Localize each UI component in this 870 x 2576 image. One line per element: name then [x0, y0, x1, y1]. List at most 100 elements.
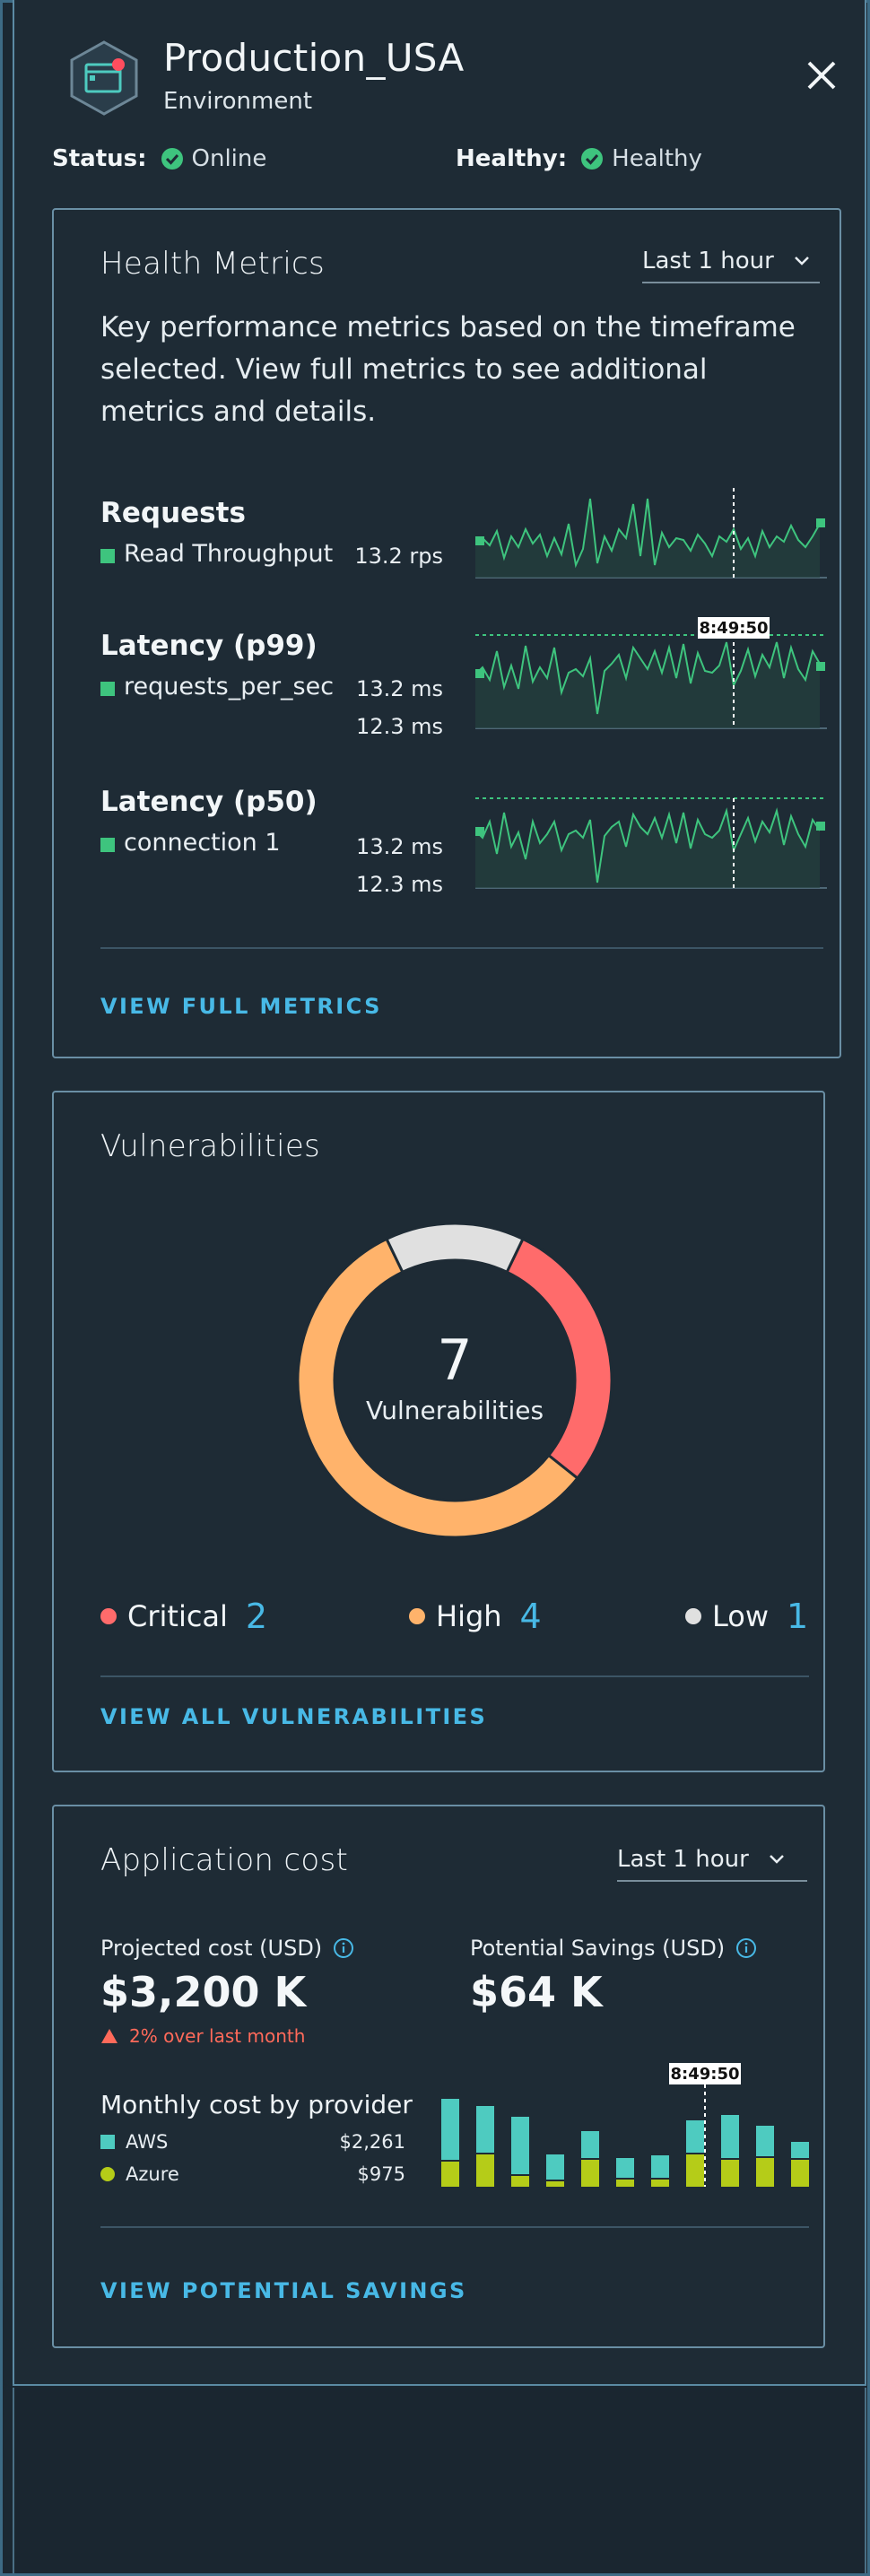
vulnerabilities-total-label: Vulnerabilities	[365, 1396, 544, 1425]
bar-aws[interactable]	[476, 2106, 494, 2153]
bar-azure[interactable]	[686, 2154, 704, 2187]
triangle-up-icon	[101, 2029, 117, 2043]
divider	[100, 1675, 809, 1677]
close-icon[interactable]	[804, 57, 840, 93]
monthly-cost-bar-chart[interactable]: 8:49:50	[441, 2063, 809, 2189]
legend-count: 2	[245, 1597, 268, 1636]
bar-aws[interactable]	[756, 2126, 774, 2156]
metric-name: Latency (p99)	[100, 630, 318, 662]
chart-tooltip: 8:49:50	[699, 619, 768, 638]
bar-aws[interactable]	[441, 2099, 459, 2160]
application-cost-title: Application cost	[100, 1842, 349, 1878]
bar-aws[interactable]	[546, 2154, 564, 2180]
bar-azure[interactable]	[616, 2180, 634, 2187]
healthy-value: Healthy	[612, 145, 702, 172]
metric-name: Latency (p50)	[100, 786, 318, 818]
metric-legend: connection 1	[124, 829, 281, 857]
vulnerabilities-total: 7	[437, 1327, 473, 1393]
provider-name: AWS	[126, 2131, 169, 2153]
cost-trend-text: 2% over last month	[129, 2025, 306, 2047]
metric-value: 13.2 ms	[356, 834, 443, 859]
legend-count: 4	[519, 1597, 542, 1636]
health-timeframe-dropdown[interactable]: Last 1 hour	[642, 248, 820, 283]
health-timeframe-value: Last 1 hour	[642, 248, 774, 274]
view-potential-savings-link[interactable]: VIEW POTENTIAL SAVINGS	[100, 2278, 467, 2303]
provider-value: $2,261	[339, 2131, 405, 2153]
bar-aws[interactable]	[651, 2155, 669, 2178]
bar-azure[interactable]	[581, 2160, 599, 2187]
cost-trend: 2% over last month	[100, 2025, 305, 2047]
bar-aws[interactable]	[511, 2117, 529, 2174]
potential-savings-label: Potential Savings (USD)	[470, 1936, 726, 1961]
legend-label: High	[436, 1599, 502, 1633]
provider-name: Azure	[126, 2163, 179, 2185]
status-label: Status:	[52, 145, 147, 172]
projected-cost-label: Projected cost (USD)	[100, 1936, 323, 1961]
legend-low[interactable]: Low 1	[685, 1597, 808, 1636]
high-dot-icon	[409, 1608, 425, 1624]
low-dot-icon	[685, 1608, 701, 1624]
environment-icon	[70, 40, 138, 116]
view-full-metrics-link[interactable]: VIEW FULL METRICS	[100, 994, 382, 1019]
bar-azure[interactable]	[756, 2158, 774, 2187]
divider	[100, 947, 823, 949]
divider	[100, 2226, 809, 2228]
legend-label: Low	[712, 1599, 770, 1633]
legend-high[interactable]: High 4	[409, 1597, 542, 1636]
environment-details-panel: Production_USA Environment Status: Onlin…	[13, 0, 866, 2386]
health-metrics-title: Health Metrics	[100, 246, 326, 282]
monthly-cost-title: Monthly cost by provider	[100, 2090, 413, 2119]
bar-azure[interactable]	[441, 2162, 459, 2187]
view-all-vulnerabilities-link[interactable]: VIEW ALL VULNERABILITIES	[100, 1704, 487, 1729]
page-title: Production_USA	[163, 36, 465, 80]
provider-value: $975	[357, 2163, 405, 2185]
requests-sparkline[interactable]	[475, 484, 827, 585]
potential-savings-label-group: Potential Savings (USD)	[470, 1936, 757, 1961]
legend-swatch	[100, 838, 115, 852]
bar-azure[interactable]	[791, 2160, 809, 2187]
background-area	[13, 2388, 866, 2573]
healthy-indicator: Healthy: Healthy	[456, 145, 702, 172]
provider-row-aws: AWS $2,261	[100, 2131, 405, 2153]
metric-name: Requests	[100, 497, 246, 529]
legend-count: 1	[787, 1597, 809, 1636]
cost-timeframe-dropdown[interactable]: Last 1 hour	[617, 1846, 807, 1882]
provider-row-azure: Azure $975	[100, 2163, 405, 2185]
check-circle-icon	[581, 148, 604, 170]
status-indicator: Status: Online	[52, 145, 266, 172]
potential-savings-value: $64 K	[470, 1968, 603, 2016]
page-subtitle: Environment	[163, 88, 313, 115]
legend-swatch	[100, 682, 115, 696]
bar-azure[interactable]	[546, 2181, 564, 2187]
bar-aws[interactable]	[581, 2131, 599, 2158]
bar-azure[interactable]	[476, 2154, 494, 2187]
legend-critical[interactable]: Critical 2	[100, 1597, 267, 1636]
bar-aws[interactable]	[686, 2120, 704, 2153]
projected-cost-value: $3,200 K	[100, 1968, 307, 2016]
metric-value: 13.2 rps	[354, 544, 443, 569]
donut-slice-low[interactable]	[385, 1222, 525, 1275]
bar-azure[interactable]	[721, 2160, 739, 2187]
metric-legend: requests_per_sec	[124, 673, 335, 701]
latency-p99-sparkline[interactable]: 8:49:50	[475, 615, 827, 732]
latency-p50-sparkline[interactable]	[475, 795, 827, 892]
info-icon[interactable]	[333, 1937, 354, 1959]
status-value: Online	[191, 145, 267, 172]
bar-azure[interactable]	[651, 2180, 669, 2187]
metric-value-secondary: 12.3 ms	[356, 714, 443, 739]
vulnerabilities-title: Vulnerabilities	[100, 1128, 321, 1164]
cost-timeframe-value: Last 1 hour	[617, 1846, 749, 1873]
metric-value: 13.2 ms	[356, 676, 443, 701]
healthy-label: Healthy:	[456, 145, 568, 172]
chevron-down-icon	[794, 257, 809, 265]
azure-swatch	[100, 2167, 115, 2181]
critical-dot-icon	[100, 1608, 117, 1624]
health-description: Key performance metrics based on the tim…	[100, 311, 796, 428]
info-icon[interactable]	[735, 1937, 757, 1959]
bar-azure[interactable]	[511, 2176, 529, 2187]
check-circle-icon	[161, 148, 183, 170]
bar-aws[interactable]	[721, 2115, 739, 2158]
chart-tooltip: 8:49:50	[670, 2065, 739, 2084]
bar-aws[interactable]	[616, 2158, 634, 2178]
bar-aws[interactable]	[791, 2142, 809, 2158]
